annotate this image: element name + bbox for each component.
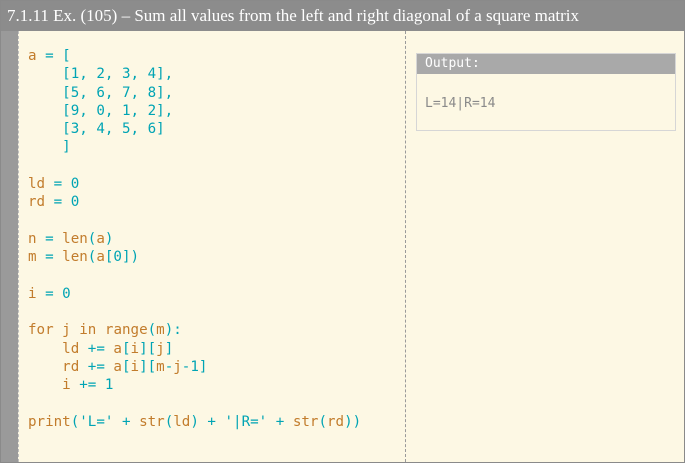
code-token: i — [130, 359, 140, 376]
code-token: ld — [173, 413, 191, 430]
code-token: print — [28, 413, 71, 430]
code-token: ( — [147, 322, 157, 339]
code-token: = 0 — [45, 176, 80, 193]
code-token: ): — [164, 322, 182, 339]
code-line: rd = 0 — [28, 193, 361, 211]
code-token: j — [62, 322, 71, 339]
code-line: [1, 2, 3, 4], — [28, 65, 361, 83]
code-token: m — [156, 322, 165, 339]
code-token: len — [62, 249, 88, 266]
code-token: = [ — [36, 48, 71, 64]
output-label: Output: — [417, 54, 675, 74]
code-token: += — [79, 340, 114, 357]
code-line: [9, 0, 1, 2], — [28, 102, 361, 120]
code-token: - — [164, 359, 174, 376]
code-token: n — [28, 230, 37, 247]
code-token: a — [113, 359, 122, 376]
code-token: j — [156, 340, 165, 357]
exercise-title: 7.1.11 Ex. (105) – Sum all values from t… — [1, 1, 684, 31]
code-block: a = [ [1, 2, 3, 4], [5, 6, 7, 8], [9, 0,… — [28, 47, 361, 431]
code-token: j — [173, 359, 182, 376]
code-line: print('L=' + str(ld) + '|R=' + str(rd)) — [28, 413, 361, 431]
code-line: for j in range(m): — [28, 321, 361, 339]
code-line: [5, 6, 7, 8], — [28, 84, 361, 102]
code-line: i += 1 — [28, 376, 361, 394]
code-token: i — [28, 377, 71, 394]
code-token: a — [96, 230, 105, 247]
code-token: = 0 — [36, 285, 71, 302]
code-token: ) — [104, 230, 114, 247]
code-token: m — [156, 359, 165, 376]
code-token: a — [113, 340, 122, 357]
code-token: ld — [28, 176, 46, 193]
code-token: [5, 6, 7, 8], — [28, 84, 174, 101]
code-token: ][ — [139, 340, 157, 357]
code-token: a — [96, 249, 105, 266]
code-line: [3, 4, 5, 6] — [28, 120, 361, 138]
code-token: i — [28, 285, 37, 302]
code-line: rd += a[i][m-j-1] — [28, 358, 361, 376]
code-line: m = len(a[0]) — [28, 248, 361, 266]
code-token: = — [36, 230, 63, 247]
code-line: a = [ — [28, 47, 361, 65]
code-token: ( — [318, 413, 327, 430]
code-line: i = 0 — [28, 285, 361, 303]
code-token: m — [28, 249, 37, 266]
code-token: rd — [28, 194, 46, 211]
code-token: i — [130, 340, 140, 357]
code-token: += 1 — [70, 377, 114, 394]
exercise-card: 7.1.11 Ex. (105) – Sum all values from t… — [0, 0, 685, 463]
code-token: str — [292, 413, 319, 430]
code-line: ld = 0 — [28, 175, 361, 193]
code-token: = — [36, 249, 63, 266]
code-token: )) — [344, 413, 362, 430]
code-token: ( — [164, 413, 174, 430]
code-token: [0]) — [104, 249, 140, 266]
output-panel: Output: L=14|R=14 — [416, 53, 676, 131]
code-token: for — [28, 322, 54, 339]
code-token: len — [62, 230, 88, 247]
code-token: ) + '|R=' + — [190, 413, 293, 430]
code-token: ('L=' + — [70, 413, 140, 430]
code-token: in — [79, 322, 97, 339]
code-token: = 0 — [45, 194, 80, 211]
code-token: rd — [28, 359, 80, 376]
code-line: ld += a[i][j] — [28, 340, 361, 358]
code-panel: a = [ [1, 2, 3, 4], [5, 6, 7, 8], [9, 0,… — [18, 31, 406, 462]
code-token: range — [104, 322, 148, 339]
left-gutter — [1, 31, 18, 462]
code-token: += — [79, 359, 114, 376]
code-token: [3, 4, 5, 6] — [28, 121, 165, 138]
code-token: rd — [327, 413, 345, 430]
code-line: n = len(a) — [28, 230, 361, 248]
code-token: [9, 0, 1, 2], — [28, 102, 174, 119]
code-token: -1] — [181, 359, 208, 376]
code-token: a — [28, 48, 37, 64]
code-token: ld — [28, 340, 80, 357]
code-line: ] — [28, 138, 361, 156]
code-token: ][ — [139, 359, 157, 376]
code-token: [ — [121, 359, 131, 376]
code-token: [ — [121, 340, 131, 357]
output-text: L=14|R=14 — [425, 96, 496, 111]
code-token: ] — [164, 340, 174, 357]
code-token: [1, 2, 3, 4], — [28, 66, 174, 83]
code-token: ] — [28, 139, 71, 156]
code-token: str — [139, 413, 165, 430]
